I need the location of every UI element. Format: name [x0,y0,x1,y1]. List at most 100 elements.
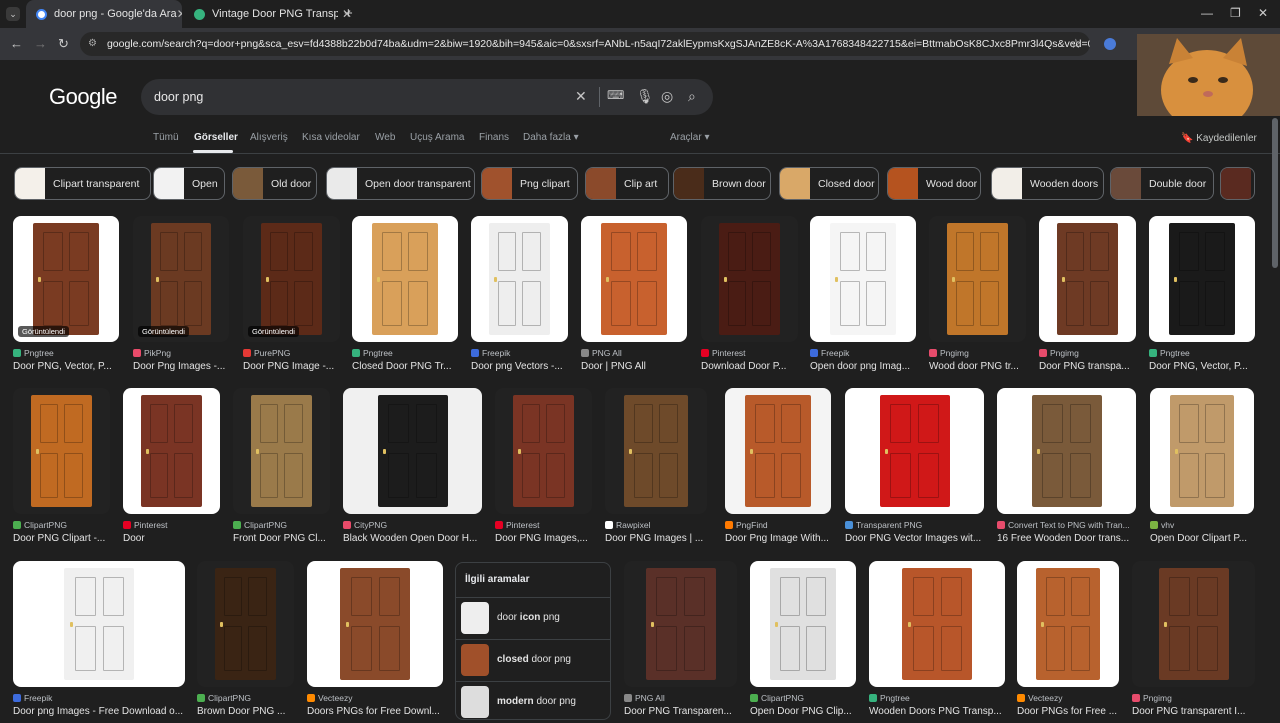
result-source[interactable]: ClipartPNG [197,693,294,703]
result-title[interactable]: Door PNG Vector Images wit... [845,533,984,544]
result-source[interactable]: ClipartPNG [13,520,110,530]
image-result[interactable]: Pinterest Download Door P... [701,216,798,378]
result-title[interactable]: Doors PNGs for Free Downl... [307,706,443,717]
lens-icon[interactable]: ◎ [661,88,673,105]
result-source[interactable]: Pngtree [1149,348,1255,358]
result-source[interactable]: vhv [1150,520,1254,530]
result-title[interactable]: Door PNG Images | ... [605,533,707,544]
result-source[interactable]: ClipartPNG [233,520,330,530]
image-result[interactable]: ClipartPNG Open Door PNG Clip... [750,561,856,723]
result-title[interactable]: Door PNG Images,... [495,533,592,544]
result-source[interactable]: Vecteezy [1017,693,1119,703]
extension-icon[interactable] [1104,38,1116,50]
tab-search-button[interactable]: ⌄ [6,7,20,21]
image-result[interactable]: ClipartPNG Brown Door PNG ... [197,561,294,723]
result-source[interactable]: Pngimg [929,348,1026,358]
result-source[interactable]: Pngimg [1132,693,1255,703]
image-result[interactable]: Transparent PNG Door PNG Vector Images wi… [845,388,984,550]
related-item[interactable]: closed door png [456,639,610,679]
chip-9[interactable]: Wooden doors [991,167,1104,200]
result-title[interactable]: Door PNG Transparen... [624,706,737,717]
chip-4[interactable]: Png clipart [481,167,578,200]
keyboard-icon[interactable]: ⌨ [607,88,624,102]
tab-all[interactable]: Tümü [153,132,179,143]
result-title[interactable]: 16 Free Wooden Door trans... [997,533,1136,544]
result-source[interactable]: Pinterest [123,520,220,530]
close-window-icon[interactable]: ✕ [1258,6,1268,20]
result-title[interactable]: Door PNG transpa... [1039,361,1136,372]
close-tab-icon[interactable]: ✕ [177,7,182,21]
result-source[interactable]: Vecteezy [307,693,443,703]
result-title[interactable]: Door png Images - Free Download o... [13,706,185,717]
result-source[interactable]: Pinterest [495,520,592,530]
image-result[interactable]: Görüntülendi PikPng Door Png Images -... [133,216,229,378]
related-item[interactable]: modern door png [456,681,610,719]
image-result[interactable]: Rawpixel Door PNG Images | ... [605,388,707,550]
tab-web[interactable]: Web [375,132,395,143]
result-thumbnail[interactable] [845,388,984,514]
result-title[interactable]: Door PNG, Vector, P... [1149,361,1255,372]
minimize-icon[interactable]: — [1201,6,1213,20]
result-title[interactable]: Wood door PNG tr... [929,361,1026,372]
result-title[interactable]: Open door png Imag... [810,361,916,372]
tools-button[interactable]: Araçlar ▾ [670,132,709,143]
result-thumbnail[interactable] [343,388,482,514]
tab-short-videos[interactable]: Kısa videolar [302,132,360,143]
result-source[interactable]: Transparent PNG [845,520,984,530]
result-thumbnail[interactable] [352,216,458,342]
result-thumbnail[interactable] [1017,561,1119,687]
image-result[interactable]: PngFind Door Png Image With... [725,388,831,550]
result-thumbnail[interactable] [197,561,294,687]
result-source[interactable]: Pngtree [13,348,119,358]
result-title[interactable]: Door png Vectors -... [471,361,568,372]
related-item[interactable]: door icon png [456,597,610,637]
image-result[interactable]: Pngtree Closed Door PNG Tr... [352,216,458,378]
result-title[interactable]: Door PNG Clipart -... [13,533,110,544]
result-source[interactable]: PurePNG [243,348,340,358]
result-source[interactable]: ClipartPNG [750,693,856,703]
tab-images[interactable]: Görseller [194,132,238,143]
image-result[interactable]: PNG All Door | PNG All [581,216,687,378]
site-info-icon[interactable]: ⚙ [88,38,97,50]
result-thumbnail[interactable]: Görüntülendi [133,216,229,342]
search-input[interactable]: door png [154,90,203,104]
image-result[interactable]: Pinterest Door [123,388,220,550]
image-result[interactable]: Pngimg Wood door PNG tr... [929,216,1026,378]
image-result[interactable]: vhv Open Door Clipart P... [1150,388,1254,550]
result-thumbnail[interactable] [997,388,1136,514]
result-source[interactable]: Pngtree [869,693,1005,703]
result-thumbnail[interactable] [869,561,1005,687]
result-thumbnail[interactable] [233,388,330,514]
address-bar[interactable]: ⚙ google.com/search?q=door+png&sca_esv=f… [80,32,1090,56]
result-thumbnail[interactable]: Görüntülendi [243,216,340,342]
result-title[interactable]: Door PNGs for Free ... [1017,706,1119,717]
result-thumbnail[interactable] [725,388,831,514]
result-source[interactable]: PNG All [581,348,687,358]
bookmark-star-icon[interactable]: ☆ [1070,36,1082,52]
chip-6[interactable]: Brown door [673,167,771,200]
result-title[interactable]: Door | PNG All [581,361,687,372]
tab-more[interactable]: Daha fazla ▾ [523,132,579,143]
chip-1[interactable]: Open [153,167,225,200]
image-result[interactable]: Freepik Door png Vectors -... [471,216,568,378]
new-tab-icon[interactable]: + [344,5,353,22]
result-thumbnail[interactable] [123,388,220,514]
tab-vintage-door[interactable]: Vintage Door PNG Transparent ✕ [184,0,362,28]
result-thumbnail[interactable] [307,561,443,687]
result-title[interactable]: Door [123,533,220,544]
result-source[interactable]: Rawpixel [605,520,707,530]
forward-icon[interactable]: → [34,36,47,51]
image-result[interactable]: PNG All Door PNG Transparen... [624,561,737,723]
chip-7[interactable]: Closed door [779,167,879,200]
result-thumbnail[interactable] [13,388,110,514]
tab-finance[interactable]: Finans [479,132,509,143]
page-scrollbar[interactable] [1272,118,1278,268]
result-thumbnail[interactable] [495,388,592,514]
result-source[interactable]: PNG All [624,693,737,703]
chip-3[interactable]: Open door transparent [326,167,475,200]
result-title[interactable]: Door PNG, Vector, P... [13,361,119,372]
result-title[interactable]: Brown Door PNG ... [197,706,294,717]
result-title[interactable]: Door PNG Image -... [243,361,340,372]
chip-5[interactable]: Clip art [585,167,669,200]
tab-google-search[interactable]: door png - Google'da Ara ✕ [26,0,182,28]
